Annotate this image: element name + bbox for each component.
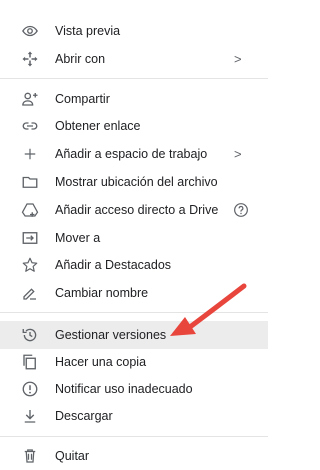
divider bbox=[0, 78, 268, 79]
menu-item-label: Compartir bbox=[55, 92, 110, 106]
person-add-icon bbox=[21, 90, 39, 108]
menu-item-label: Obtener enlace bbox=[55, 119, 141, 133]
menu-item-add-to-workspace[interactable]: Añadir a espacio de trabajo > bbox=[0, 140, 268, 168]
menu-item-label: Abrir con bbox=[55, 52, 106, 66]
eye-icon bbox=[21, 22, 39, 40]
menu-item-move-to[interactable]: Mover a bbox=[0, 224, 268, 252]
menu-item-add-shortcut[interactable]: Añadir acceso directo a Drive bbox=[0, 196, 268, 224]
report-icon bbox=[21, 380, 39, 398]
menu-item-open-with[interactable]: Abrir con > bbox=[0, 45, 268, 73]
move-to-folder-icon bbox=[21, 229, 39, 247]
chevron-right-icon: > bbox=[234, 51, 242, 67]
menu-item-label: Mostrar ubicación del archivo bbox=[55, 175, 218, 189]
context-menu: Vista previa Abrir con > Compartir Obten… bbox=[0, 0, 268, 464]
history-icon bbox=[21, 326, 39, 344]
drive-shortcut-icon bbox=[21, 201, 39, 219]
menu-item-remove[interactable]: Quitar bbox=[0, 442, 268, 470]
menu-item-label: Mover a bbox=[55, 231, 101, 245]
chevron-right-icon: > bbox=[234, 146, 242, 162]
menu-item-label: Cambiar nombre bbox=[55, 286, 149, 300]
menu-item-preview[interactable]: Vista previa bbox=[0, 17, 268, 45]
menu-item-label: Gestionar versiones bbox=[55, 328, 167, 342]
menu-item-rename[interactable]: Cambiar nombre bbox=[0, 279, 268, 307]
help-icon[interactable] bbox=[233, 202, 249, 218]
menu-item-download[interactable]: Descargar bbox=[0, 402, 268, 430]
menu-item-report-abuse[interactable]: Notificar uso inadecuado bbox=[0, 375, 268, 403]
menu-item-label: Hacer una copia bbox=[55, 355, 147, 369]
menu-item-label: Vista previa bbox=[55, 24, 121, 38]
plus-icon bbox=[21, 145, 39, 163]
menu-item-manage-versions[interactable]: Gestionar versiones bbox=[0, 321, 268, 349]
menu-item-label: Notificar uso inadecuado bbox=[55, 382, 193, 396]
menu-item-label: Añadir a Destacados bbox=[55, 258, 172, 272]
trash-icon bbox=[21, 447, 39, 465]
divider bbox=[0, 312, 268, 313]
link-icon bbox=[21, 117, 39, 135]
menu-item-show-file-location[interactable]: Mostrar ubicación del archivo bbox=[0, 168, 268, 196]
menu-item-share[interactable]: Compartir bbox=[0, 85, 268, 113]
menu-item-label: Añadir a espacio de trabajo bbox=[55, 147, 208, 161]
menu-item-label: Quitar bbox=[55, 449, 90, 463]
menu-item-get-link[interactable]: Obtener enlace bbox=[0, 112, 268, 140]
menu-item-label: Descargar bbox=[55, 409, 113, 423]
star-icon bbox=[21, 256, 39, 274]
menu-item-label: Añadir acceso directo a Drive bbox=[55, 203, 219, 217]
move-arrows-icon bbox=[21, 50, 39, 68]
copy-icon bbox=[21, 353, 39, 371]
download-icon bbox=[21, 407, 39, 425]
menu-item-make-copy[interactable]: Hacer una copia bbox=[0, 348, 268, 376]
pencil-icon bbox=[21, 284, 39, 302]
menu-item-add-to-starred[interactable]: Añadir a Destacados bbox=[0, 251, 268, 279]
divider bbox=[0, 436, 268, 437]
folder-icon bbox=[21, 173, 39, 191]
